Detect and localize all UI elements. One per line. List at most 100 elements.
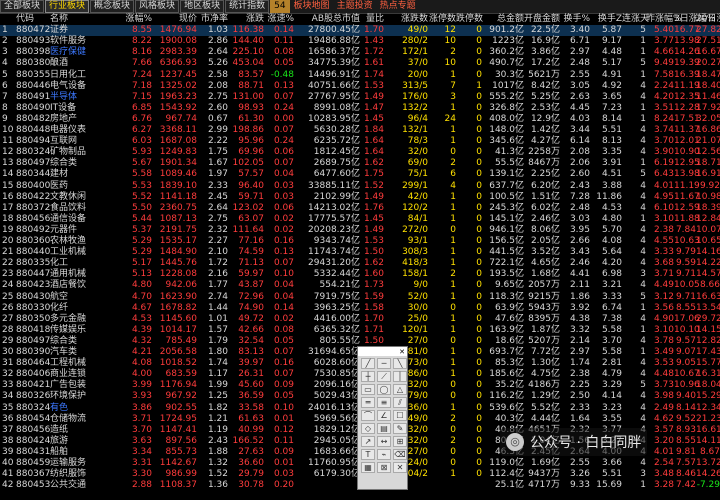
table-row[interactable]: 19 880492 元器件 5.37 2191.75 2.32 111.64 0.02 2020… (0, 225, 720, 236)
table-row[interactable]: 12 880324 矿物制品 5.93 1249.83 1.75 69.96 0.06 1812… (0, 147, 720, 158)
table-row[interactable]: 9 880482 房地产 6.76 967.74 0.67 61.30 0.00 10283.9… (0, 114, 720, 125)
cell-5: 785.49 (165, 335, 198, 346)
cell-20: 13.98 (674, 169, 700, 180)
table-row[interactable]: 28 880418 传媒娱乐 4.39 1014.17 1.57 42.66 0.08 6365… (0, 325, 720, 336)
tab-3[interactable]: 风格板块 (135, 0, 180, 13)
tab-5[interactable]: 统计指数 (225, 0, 270, 13)
drawing-tool-icon[interactable]: ✎ (393, 423, 407, 434)
table-row[interactable]: 1 880472 证券 8.55 1476.94 1.03 116.38 0.14 27800.… (0, 25, 720, 36)
drawing-tool-icon[interactable]: ▤ (377, 423, 391, 434)
table-header[interactable]: 代码 名称 涨幅% 现价 市净率 涨跌 涨速% AB股总市值 量比 涨跌数 涨停数 跌停数 总金额 开盘金… (0, 14, 720, 25)
cell-6: 2.27 (207, 236, 228, 246)
tab-0[interactable]: 全部板块 (0, 0, 45, 13)
drawing-tool-icon[interactable]: ⌒ (361, 410, 375, 421)
table-row[interactable]: 23 880447 通用机械 5.13 1228.08 2.16 59.97 0.10 5332… (0, 269, 720, 280)
tab-7[interactable]: 板块地图 (291, 1, 333, 12)
table-row[interactable]: 2 880493 软件服务 8.22 1900.08 2.86 144.40 0.11 1948… (0, 36, 720, 47)
table-row[interactable]: 6 880446 电气设备 7.18 1325.02 2.08 88.71 0.13 40751… (0, 81, 720, 92)
cell-13: 0 (476, 358, 482, 369)
table-row[interactable]: 10 880448 电器仪表 6.27 3368.11 2.99 198.86 0.07 563… (0, 125, 720, 136)
toolbox-titlebar[interactable]: ✕ (358, 347, 407, 356)
table-row[interactable]: 26 880330 化纤 4.67 1678.82 1.44 74.90 0.14 3963.2… (0, 303, 720, 314)
table-row[interactable]: 17 880372 食品饮料 5.50 2360.75 2.64 123.02 0.06 142… (0, 203, 720, 214)
table-row[interactable]: 7 880491 半导体 7.15 1963.23 2.75 131.00 0.07 27767… (0, 92, 720, 103)
cell-18: 4 (640, 335, 646, 346)
cell-9: 2945.05亿 (313, 435, 360, 446)
cell-17: 5.58 (601, 324, 622, 335)
drawing-tool-icon[interactable]: ⌁ (377, 449, 391, 460)
tab-6[interactable]: 54 (270, 0, 290, 13)
cell-4: 4.80 (131, 280, 152, 291)
table-row[interactable]: 18 880456 通信设备 5.44 1087.13 2.75 63.07 0.02 1777… (0, 214, 720, 225)
drawing-tool-icon[interactable]: ⌫ (393, 449, 407, 460)
drawing-toolbox[interactable]: ✕ ╱ ─ ╲ ┼ ⟋ │ ▭ ◯ △ ═ ≡ ⫽ ⌒ ∠ ☐ ◇ ▤ ✎ ↗ ↔ ⊞ T ⌁ ⌫ ▦ ⊠ ✕ (357, 346, 408, 490)
drawing-tool-icon[interactable]: ⊠ (377, 462, 391, 473)
cell-16: 2.97 (569, 347, 590, 357)
cell-20: 9.05 (675, 358, 696, 369)
table-row[interactable]: 13 880497 综合类 5.67 1901.34 1.67 102.05 0.07 2689… (0, 158, 720, 169)
table-row[interactable]: 21 880440 工业机械 5.29 1484.90 2.10 74.59 0.13 1174… (0, 247, 720, 258)
cell-1: 880335 (16, 258, 51, 269)
drawing-tool-icon[interactable]: ┼ (361, 371, 375, 382)
drawing-tool-icon[interactable]: ⫽ (393, 397, 407, 408)
table-row[interactable]: 20 880360 农林牧渔 5.29 1535.17 2.27 77.16 0.16 9343… (0, 236, 720, 247)
cell-14: 490.7亿 (489, 58, 524, 69)
drawing-tool-icon[interactable]: ▦ (361, 462, 375, 473)
table-row[interactable]: 8 880490 IT设备 6.85 1543.92 2.60 98.93 0.24 8991.… (0, 103, 720, 114)
drawing-tool-icon[interactable]: ◇ (361, 423, 375, 434)
cell-18: 1 (640, 47, 646, 58)
drawing-tool-icon[interactable]: ═ (361, 397, 375, 408)
table-row[interactable]: 22 880335 化工 5.17 1445.76 1.72 71.13 0.07 29431.… (0, 258, 720, 269)
cell-4: 8.16 (131, 47, 152, 58)
cell-18: 1 (640, 102, 646, 113)
drawing-tool-icon[interactable]: ↗ (361, 436, 375, 447)
table-row[interactable]: 14 880344 建材 5.58 1089.46 1.97 57.57 0.04 6477.6… (0, 169, 720, 180)
table-row[interactable]: 11 880494 互联网 6.03 1687.08 2.22 95.96 0.24 6235.… (0, 136, 720, 147)
drawing-tool-icon[interactable]: ⊞ (393, 436, 407, 447)
drawing-tool-icon[interactable]: ─ (377, 358, 391, 369)
drawing-tool-icon[interactable]: ╲ (393, 358, 407, 369)
cell-15: 8395万 (528, 313, 560, 324)
tab-9[interactable]: 热点专题 (377, 1, 419, 12)
cell-18: 1 (640, 213, 646, 224)
drawing-tool-icon[interactable]: ✕ (393, 462, 407, 473)
cell-20: 10.05 (674, 280, 700, 291)
drawing-tool-icon[interactable]: ∠ (377, 410, 391, 421)
drawing-tool-icon[interactable]: ↔ (377, 436, 391, 447)
drawing-tool-icon[interactable]: ▭ (361, 384, 375, 395)
table-row[interactable]: 4 880380 酿酒 7.66 6366.93 5.26 453.04 0.05 34775.… (0, 58, 720, 69)
table-row[interactable]: 16 880422 文教休闲 5.52 1141.18 2.45 59.71 0.03 2102… (0, 192, 720, 203)
cell-21: 27.51 (696, 36, 720, 47)
cell-11: 120/2 (402, 202, 428, 213)
cell-17: 4.80 (601, 213, 622, 224)
cell-9: 6365.32亿 (313, 324, 360, 335)
table-row[interactable]: 3 880398 医疗保健 8.16 2983.39 2.64 225.10 0.08 1658… (0, 47, 720, 58)
cell-20: 12.35 (674, 91, 700, 102)
drawing-tool-icon[interactable]: △ (393, 384, 407, 395)
drawing-tool-icon[interactable]: ╱ (361, 358, 375, 369)
cell-10: 1.50 (363, 247, 384, 258)
table-row[interactable]: 5 880355 日用化工 7.24 1237.45 2.58 83.57 -0.48 1449… (0, 70, 720, 81)
cell-9: 5630.28亿 (313, 125, 360, 135)
cell-19: 4.49 (653, 280, 674, 291)
cell-8: 0.14 (273, 25, 294, 36)
table-row[interactable]: 15 880400 医药 5.53 1839.10 2.33 96.40 0.03 33885.… (0, 181, 720, 192)
drawing-tool-icon[interactable]: ☐ (393, 410, 407, 421)
tab-2[interactable]: 概念板块 (90, 0, 135, 13)
drawing-tool-icon[interactable]: ≡ (377, 397, 391, 408)
tab-1[interactable]: 行业板块 (45, 0, 90, 13)
table-row[interactable]: 25 880430 航空 4.70 1623.90 2.74 72.96 0.04 7919.7… (0, 292, 720, 303)
drawing-tool-icon[interactable]: T (361, 449, 375, 460)
drawing-tool-icon[interactable]: ⟋ (377, 371, 391, 382)
cell-19: 3.10 (653, 324, 674, 335)
cell-7: 40.99 (238, 424, 264, 435)
table-row[interactable]: 27 880350 多元金融 4.53 1145.60 1.01 49.72 0.02 4416… (0, 314, 720, 325)
tab-4[interactable]: 地区板块 (180, 0, 225, 13)
close-icon[interactable]: ✕ (399, 348, 405, 356)
cell-0: 13 (2, 158, 14, 169)
drawing-tool-icon[interactable]: │ (393, 371, 407, 382)
cell-5: 967.74 (165, 113, 198, 124)
table-row[interactable]: 24 880423 酒店餐饮 4.80 942.06 1.77 43.87 0.04 554.2… (0, 280, 720, 291)
tab-8[interactable]: 主题投资 (334, 1, 376, 12)
drawing-tool-icon[interactable]: ◯ (377, 384, 391, 395)
